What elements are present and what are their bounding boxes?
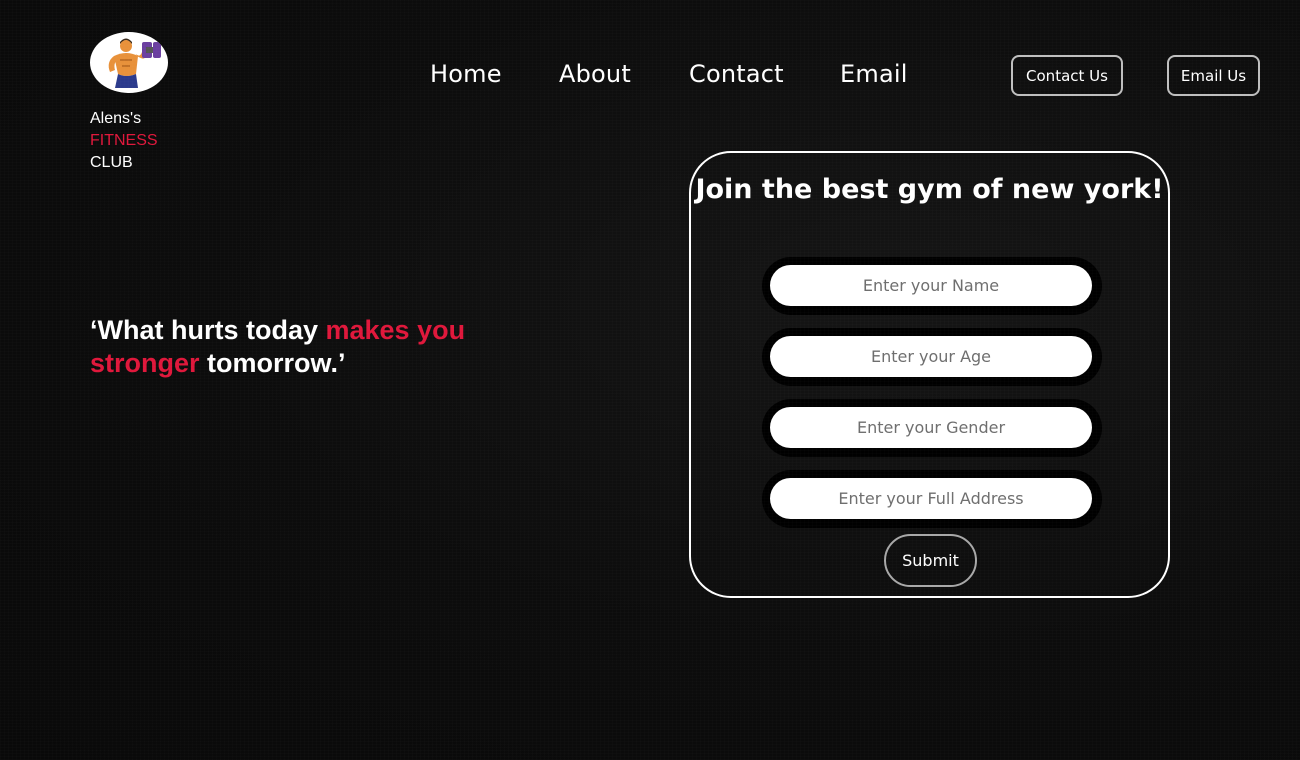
email-us-button[interactable]: Email Us [1167, 55, 1260, 96]
hero-quote: ‘What hurts today makes you stronger tom… [90, 314, 510, 380]
signup-form: Join the best gym of new york! Submit [689, 151, 1170, 598]
address-field-wrap [762, 470, 1102, 528]
nav-home-link[interactable]: Home [430, 60, 502, 88]
nav-email-link[interactable]: Email [840, 60, 908, 88]
form-title: Join the best gym of new york! [695, 174, 1164, 205]
brand-line-3: CLUB [90, 154, 133, 171]
quote-part-1: ‘What hurts today [90, 315, 326, 345]
gender-field-wrap [762, 399, 1102, 457]
name-input[interactable] [770, 265, 1092, 306]
quote-part-3: tomorrow.’ [199, 348, 346, 378]
age-field-wrap [762, 328, 1102, 386]
brand-name: Alens's FITNESS CLUB [90, 108, 158, 174]
brand-line-1: Alens's [90, 110, 142, 127]
brand-line-2: FITNESS [90, 132, 158, 149]
address-input[interactable] [770, 478, 1092, 519]
age-input[interactable] [770, 336, 1092, 377]
page: Alens's FITNESS CLUB Home About Contact … [0, 0, 1300, 760]
submit-button[interactable]: Submit [884, 534, 977, 587]
nav-about-link[interactable]: About [559, 60, 631, 88]
gender-input[interactable] [770, 407, 1092, 448]
name-field-wrap [762, 257, 1102, 315]
contact-us-button[interactable]: Contact Us [1011, 55, 1123, 96]
bodybuilder-dumbbell-icon[interactable] [90, 32, 168, 93]
nav-contact-link[interactable]: Contact [689, 60, 784, 88]
